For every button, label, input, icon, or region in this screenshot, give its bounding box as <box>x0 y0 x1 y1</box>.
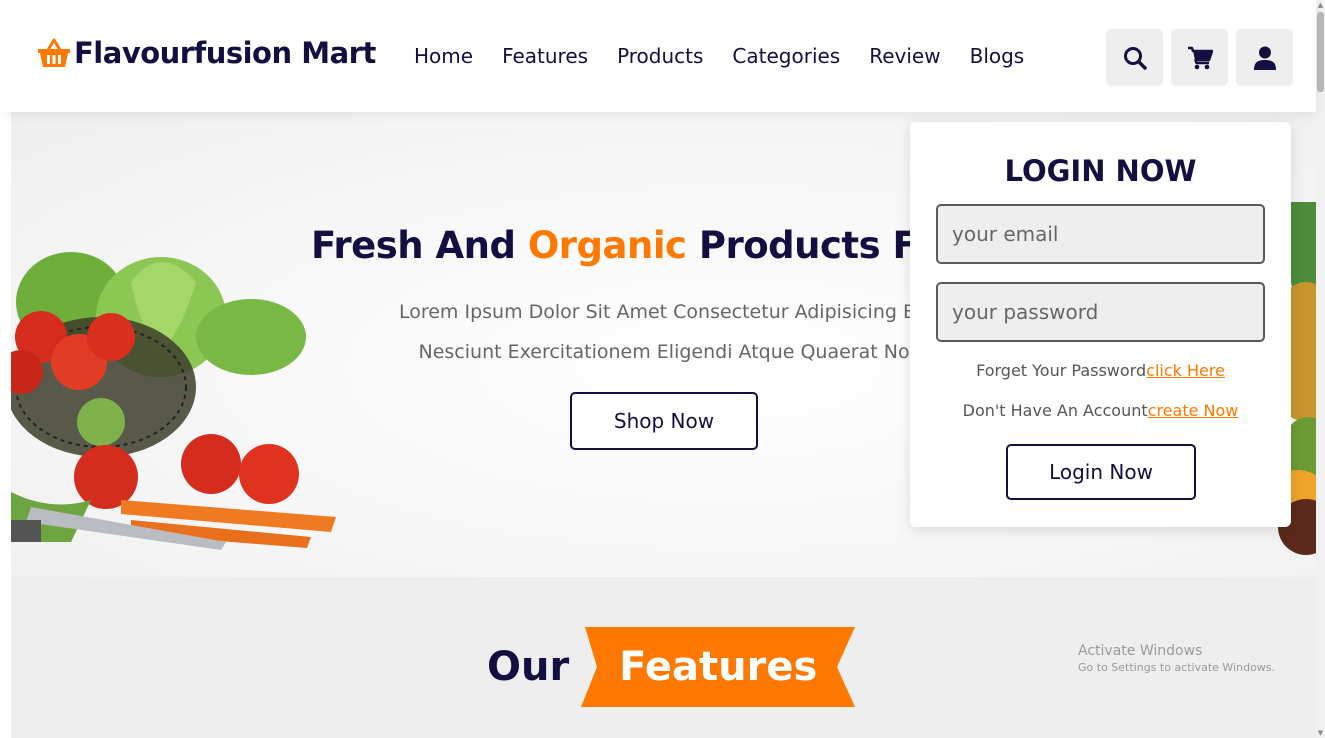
features-ribbon: Features <box>581 627 856 707</box>
forgot-password-link[interactable]: click Here <box>1146 361 1225 380</box>
scroll-thumb[interactable] <box>1317 12 1324 92</box>
watermark-line2: Go to Settings to activate Windows. <box>1078 661 1276 674</box>
search-button[interactable] <box>1106 29 1163 86</box>
password-input[interactable] <box>936 282 1265 342</box>
nav-blogs[interactable]: Blogs <box>970 44 1025 68</box>
nav-categories[interactable]: Categories <box>732 44 840 68</box>
forgot-password-text: Forget Your Password <box>976 361 1147 380</box>
search-icon <box>1123 46 1147 70</box>
nav-review[interactable]: Review <box>869 44 940 68</box>
cart-button[interactable] <box>1171 29 1228 86</box>
hero-title: Fresh And Organic Products For <box>311 224 959 267</box>
hero-title-part1: Fresh And <box>311 224 528 267</box>
watermark-line1: Activate Windows <box>1078 643 1203 659</box>
forgot-password-line: Forget Your Passwordclick Here <box>910 361 1291 380</box>
features-heading: Our Features <box>487 627 856 707</box>
user-icon <box>1253 46 1276 70</box>
hero-title-accent: Organic <box>527 224 687 267</box>
nav-features[interactable]: Features <box>502 44 588 68</box>
shop-now-button[interactable]: Shop Now <box>570 392 758 450</box>
features-heading-our: Our <box>487 644 570 690</box>
cart-icon <box>1187 46 1213 69</box>
nav-home[interactable]: Home <box>414 44 473 68</box>
header: Flavourfusion Mart Home Features Product… <box>0 0 1316 112</box>
login-button[interactable]: Login Now <box>1006 444 1196 500</box>
activate-windows-watermark: Activate Windows Go to Settings to activ… <box>1078 643 1275 674</box>
email-input[interactable] <box>936 204 1265 264</box>
login-form: LOGIN NOW Forget Your Passwordclick Here… <box>910 122 1291 527</box>
user-button[interactable] <box>1236 29 1293 86</box>
create-account-line: Don't Have An Accountcreate Now <box>910 401 1291 420</box>
logo[interactable]: Flavourfusion Mart <box>36 36 376 70</box>
scroll-up-arrow-icon[interactable]: ▲ <box>1316 0 1325 10</box>
main-nav: Home Features Products Categories Review… <box>414 44 1024 68</box>
create-account-link[interactable]: create Now <box>1148 401 1239 420</box>
logo-text: Flavourfusion Mart <box>74 36 376 70</box>
vegetables-image <box>11 252 336 550</box>
header-icons <box>1106 29 1293 86</box>
login-title: LOGIN NOW <box>1004 154 1197 188</box>
create-account-text: Don't Have An Account <box>962 401 1148 420</box>
scroll-down-arrow-icon[interactable]: ▼ <box>1316 728 1325 738</box>
page-scrollbar[interactable]: ▲ ▼ <box>1316 0 1325 738</box>
nav-products[interactable]: Products <box>617 44 703 68</box>
basket-icon <box>36 36 72 70</box>
features-heading-features: Features <box>619 644 818 690</box>
